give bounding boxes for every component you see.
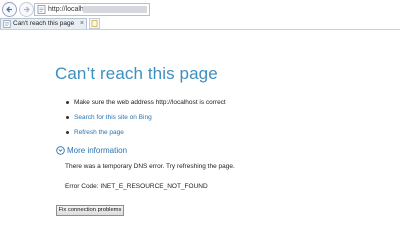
chrome-divider (0, 29, 400, 30)
expand-circle-icon (56, 146, 65, 155)
suggestion-check-address: Make sure the web address http://localho… (66, 95, 226, 110)
ie-page-icon (3, 20, 11, 28)
search-bing-link[interactable]: Search for this site on Bing (66, 110, 226, 125)
ie-page-icon (37, 5, 46, 14)
page-title: Can’t reach this page (55, 64, 218, 83)
redacted-url-part (83, 6, 147, 13)
fix-connection-button[interactable]: Fix connection problems (56, 205, 124, 216)
forward-button[interactable] (19, 2, 34, 17)
refresh-page-link[interactable]: Refresh the page (66, 125, 226, 140)
more-information-label: More information (67, 146, 128, 155)
tab-title: Can't reach this page (13, 20, 75, 27)
suggestion-list: Make sure the web address http://localho… (66, 95, 226, 140)
forward-arrow-icon (23, 6, 30, 13)
browser-chrome: http://localhost Can't reach this page × (0, 0, 400, 30)
new-tab-button[interactable] (89, 18, 100, 29)
back-button[interactable] (2, 2, 17, 17)
back-arrow-icon (6, 6, 13, 13)
tab-active[interactable]: Can't reach this page × (0, 18, 87, 29)
error-code: Error Code: INET_E_RESOURCE_NOT_FOUND (65, 183, 208, 190)
address-bar[interactable]: http://localhost (34, 3, 150, 16)
new-tab-icon (91, 20, 98, 27)
dns-error-message: There was a temporary DNS error. Try ref… (65, 163, 235, 170)
close-tab-icon[interactable]: × (80, 19, 84, 29)
